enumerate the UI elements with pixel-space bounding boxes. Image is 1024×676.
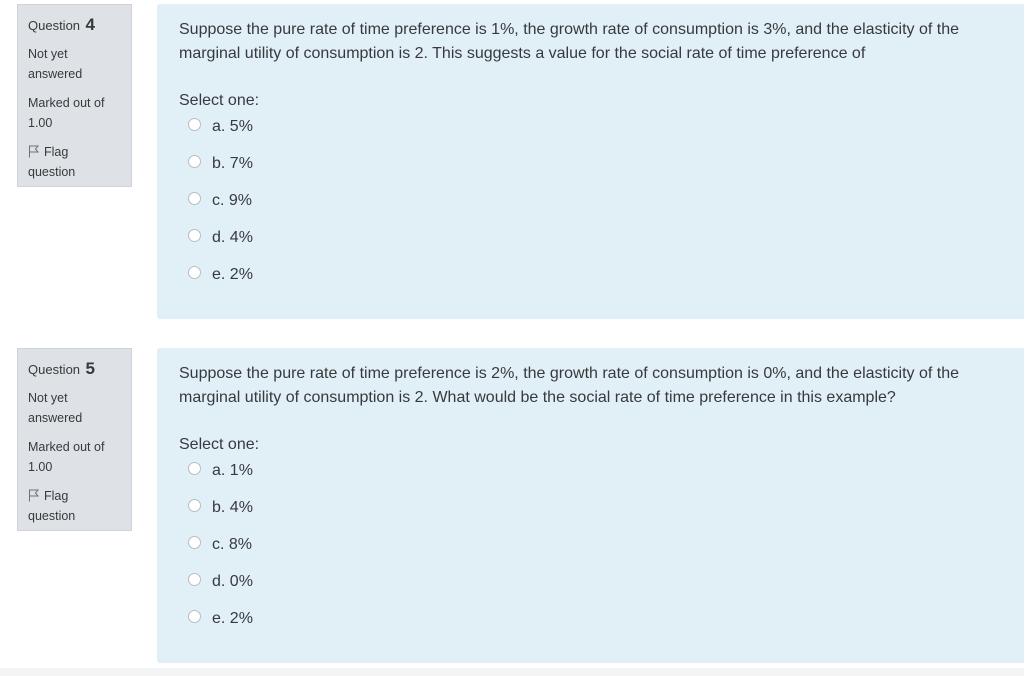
answer-list: a. 5% b. 7% c. 9% d. 4% e. 2% xyxy=(179,117,1024,302)
answer-option-e[interactable]: e. 2% xyxy=(179,265,1024,302)
question-number-value: 4 xyxy=(85,15,95,34)
answer-option-a[interactable]: a. 5% xyxy=(179,117,1024,154)
question-text: Suppose the pure rate of time preference… xyxy=(179,21,959,62)
page-bottom-divider xyxy=(0,668,1024,676)
answer-option-b[interactable]: b. 7% xyxy=(179,154,1024,191)
question-number: Question 4 xyxy=(28,15,131,36)
answer-label[interactable]: d. 0% xyxy=(212,572,253,592)
radio-button[interactable] xyxy=(188,155,201,168)
question-info-panel: Question 5 Not yet answered Marked out o… xyxy=(17,348,132,531)
question-state: Not yet answered xyxy=(28,391,83,425)
answer-option-c[interactable]: c. 8% xyxy=(179,535,1024,572)
question-number-value: 5 xyxy=(85,359,95,378)
radio-button[interactable] xyxy=(188,499,201,512)
answer-label[interactable]: a. 1% xyxy=(212,461,253,481)
flag-question-link[interactable]: Flag question xyxy=(28,486,118,526)
flag-icon xyxy=(29,145,40,158)
answer-option-e[interactable]: e. 2% xyxy=(179,609,1024,646)
flag-question-link[interactable]: Flag question xyxy=(28,142,118,182)
answer-label[interactable]: e. 2% xyxy=(212,265,253,285)
question-content: Suppose the pure rate of time preference… xyxy=(157,4,1024,319)
answer-label[interactable]: a. 5% xyxy=(212,117,253,137)
question-number: Question 5 xyxy=(28,359,131,380)
answer-label[interactable]: c. 8% xyxy=(212,535,252,555)
answer-option-c[interactable]: c. 9% xyxy=(179,191,1024,228)
answer-label[interactable]: b. 4% xyxy=(212,498,253,518)
question-info-panel: Question 4 Not yet answered Marked out o… xyxy=(17,4,132,187)
radio-button[interactable] xyxy=(188,118,201,131)
answer-option-a[interactable]: a. 1% xyxy=(179,461,1024,498)
question-content: Suppose the pure rate of time preference… xyxy=(157,348,1024,663)
question-grade: Marked out of 1.00 xyxy=(28,96,105,130)
flag-icon xyxy=(29,489,40,502)
question-state: Not yet answered xyxy=(28,47,83,81)
answer-label[interactable]: d. 4% xyxy=(212,228,253,248)
radio-button[interactable] xyxy=(188,462,201,475)
answer-option-d[interactable]: d. 4% xyxy=(179,228,1024,265)
answer-option-d[interactable]: d. 0% xyxy=(179,572,1024,609)
question-grade: Marked out of 1.00 xyxy=(28,440,105,474)
answer-label[interactable]: b. 7% xyxy=(212,154,253,174)
select-one-prompt: Select one: xyxy=(179,92,260,109)
answer-label[interactable]: e. 2% xyxy=(212,609,253,629)
radio-button[interactable] xyxy=(188,536,201,549)
answer-list: a. 1% b. 4% c. 8% d. 0% e. 2% xyxy=(179,461,1024,646)
question-label: Question xyxy=(28,18,81,33)
radio-button[interactable] xyxy=(188,610,201,623)
radio-button[interactable] xyxy=(188,573,201,586)
select-one-prompt: Select one: xyxy=(179,436,260,453)
radio-button[interactable] xyxy=(188,266,201,279)
answer-label[interactable]: c. 9% xyxy=(212,191,252,211)
question-label: Question xyxy=(28,362,81,377)
radio-button[interactable] xyxy=(188,229,201,242)
answer-option-b[interactable]: b. 4% xyxy=(179,498,1024,535)
radio-button[interactable] xyxy=(188,192,201,205)
question-text: Suppose the pure rate of time preference… xyxy=(179,365,959,406)
